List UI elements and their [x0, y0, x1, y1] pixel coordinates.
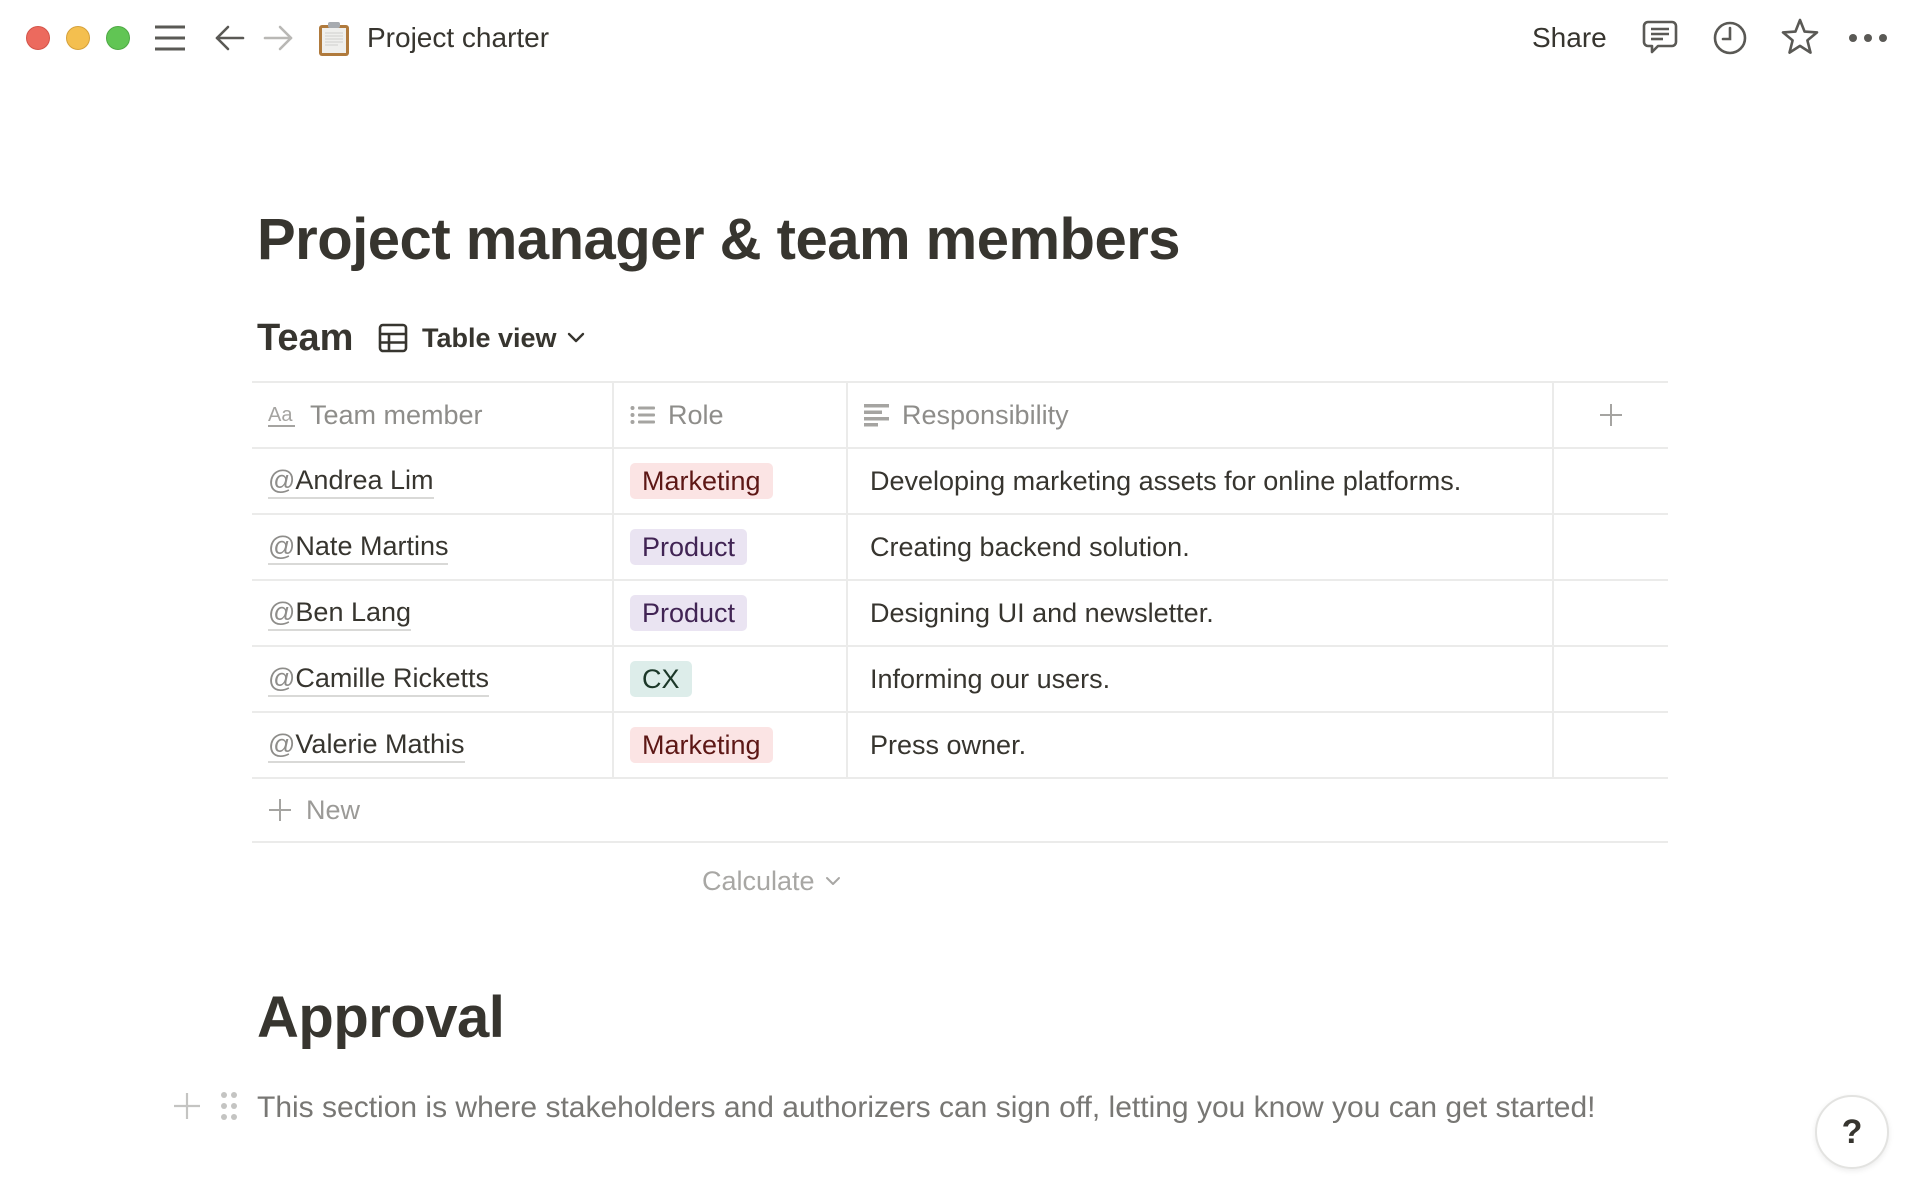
more-dots-icon[interactable]: [1848, 24, 1888, 52]
member-name: Camille Ricketts: [295, 662, 489, 693]
table-row-member-cell[interactable]: @Camille Ricketts: [268, 646, 608, 712]
minimize-window-button[interactable]: [66, 26, 90, 50]
chevron-down-icon: [825, 876, 841, 886]
table-row-role-cell[interactable]: CX: [630, 646, 844, 712]
table-row-responsibility-cell[interactable]: Press owner.: [870, 712, 1550, 778]
view-switcher[interactable]: Table view: [378, 318, 585, 358]
role-tag: Marketing: [630, 463, 773, 499]
table-row-empty-cell[interactable]: [1554, 580, 1668, 646]
mention-at-symbol: @: [268, 728, 296, 759]
table-row-member-cell[interactable]: @Andrea Lim: [268, 448, 608, 514]
table-row-role-cell[interactable]: Product: [630, 514, 844, 580]
table-row-responsibility-cell[interactable]: Developing marketing assets for online p…: [870, 448, 1550, 514]
multi-select-list-icon: [630, 404, 656, 426]
approval-description[interactable]: This section is where stakeholders and a…: [257, 1084, 1657, 1132]
add-property-button[interactable]: [1554, 382, 1668, 448]
approval-heading: Approval: [257, 985, 505, 1050]
table-row-responsibility-cell[interactable]: Creating backend solution.: [870, 514, 1550, 580]
person-mention[interactable]: @Ben Lang: [268, 596, 412, 631]
plus-icon: [1599, 403, 1623, 427]
table-row-responsibility-cell[interactable]: Informing our users.: [870, 646, 1550, 712]
table-row-empty-cell[interactable]: [1554, 712, 1668, 778]
chevron-down-icon: [567, 332, 585, 344]
menu-icon[interactable]: [152, 22, 188, 54]
table-border: [252, 841, 1668, 843]
calculate-label: Calculate: [702, 865, 815, 896]
responsibility-text: Creating backend solution.: [870, 531, 1190, 562]
table-row-empty-cell[interactable]: [1554, 514, 1668, 580]
mention-at-symbol: @: [268, 596, 296, 627]
page-title: Project manager & team members: [257, 207, 1181, 272]
person-mention[interactable]: @Nate Martins: [268, 530, 449, 565]
person-mention[interactable]: @Camille Ricketts: [268, 662, 489, 697]
comment-icon[interactable]: [1640, 18, 1680, 58]
column-label: Role: [668, 399, 724, 430]
page-breadcrumb[interactable]: Project charter: [367, 18, 549, 58]
member-name: Nate Martins: [295, 530, 449, 561]
responsibility-text: Designing UI and newsletter.: [870, 597, 1214, 628]
role-tag: Product: [630, 595, 748, 631]
role-tag: Marketing: [630, 727, 773, 763]
favorite-star-icon[interactable]: [1779, 16, 1821, 58]
column-header-role[interactable]: Role: [630, 382, 844, 448]
new-row-label: New: [306, 794, 361, 825]
table-row-empty-cell[interactable]: [1554, 646, 1668, 712]
mention-at-symbol: @: [268, 662, 296, 693]
new-row-button[interactable]: New: [252, 779, 1668, 841]
history-clock-icon[interactable]: [1710, 18, 1750, 58]
person-mention[interactable]: @Valerie Mathis: [268, 728, 465, 763]
maximize-window-button[interactable]: [106, 26, 130, 50]
responsibility-text: Informing our users.: [870, 663, 1111, 694]
table-row-role-cell[interactable]: Product: [630, 580, 844, 646]
table-row-role-cell[interactable]: Marketing: [630, 448, 844, 514]
column-header-team-member[interactable]: Aa Team member: [268, 382, 608, 448]
plus-icon: [268, 798, 292, 822]
clipboard-icon: [316, 20, 352, 58]
text-lines-icon: [864, 403, 890, 427]
member-name: Ben Lang: [295, 596, 412, 627]
person-mention[interactable]: @Andrea Lim: [268, 464, 434, 499]
back-arrow-icon[interactable]: [212, 22, 248, 54]
column-header-responsibility[interactable]: Responsibility: [864, 382, 1550, 448]
svg-text:Aa: Aa: [268, 404, 293, 426]
drag-handle-icon[interactable]: [219, 1090, 239, 1127]
text-property-icon: Aa: [268, 402, 298, 428]
table-row-empty-cell[interactable]: [1554, 448, 1668, 514]
view-label: Table view: [422, 322, 557, 353]
table-row-responsibility-cell[interactable]: Designing UI and newsletter.: [870, 580, 1550, 646]
role-tag: CX: [630, 661, 692, 697]
table-icon: [378, 323, 408, 353]
add-block-plus-icon[interactable]: [172, 1091, 202, 1126]
member-name: Valerie Mathis: [295, 728, 465, 759]
responsibility-text: Developing marketing assets for online p…: [870, 465, 1462, 496]
calculate-dropdown[interactable]: Calculate: [702, 859, 841, 903]
column-divider[interactable]: [612, 381, 614, 777]
share-button[interactable]: Share: [1532, 18, 1607, 58]
mention-at-symbol: @: [268, 464, 296, 495]
column-divider[interactable]: [846, 381, 848, 777]
table-row-role-cell[interactable]: Marketing: [630, 712, 844, 778]
responsibility-text: Press owner.: [870, 729, 1027, 760]
database-title[interactable]: Team: [257, 316, 353, 360]
table-row-member-cell[interactable]: @Valerie Mathis: [268, 712, 608, 778]
member-name: Andrea Lim: [295, 464, 434, 495]
table-row-member-cell[interactable]: @Ben Lang: [268, 580, 608, 646]
close-window-button[interactable]: [26, 26, 50, 50]
column-label: Team member: [310, 399, 483, 430]
help-button[interactable]: ?: [1815, 1095, 1889, 1169]
role-tag: Product: [630, 529, 748, 565]
column-label: Responsibility: [902, 399, 1069, 430]
table-row-member-cell[interactable]: @Nate Martins: [268, 514, 608, 580]
forward-arrow-icon[interactable]: [260, 22, 296, 54]
mention-at-symbol: @: [268, 530, 296, 561]
